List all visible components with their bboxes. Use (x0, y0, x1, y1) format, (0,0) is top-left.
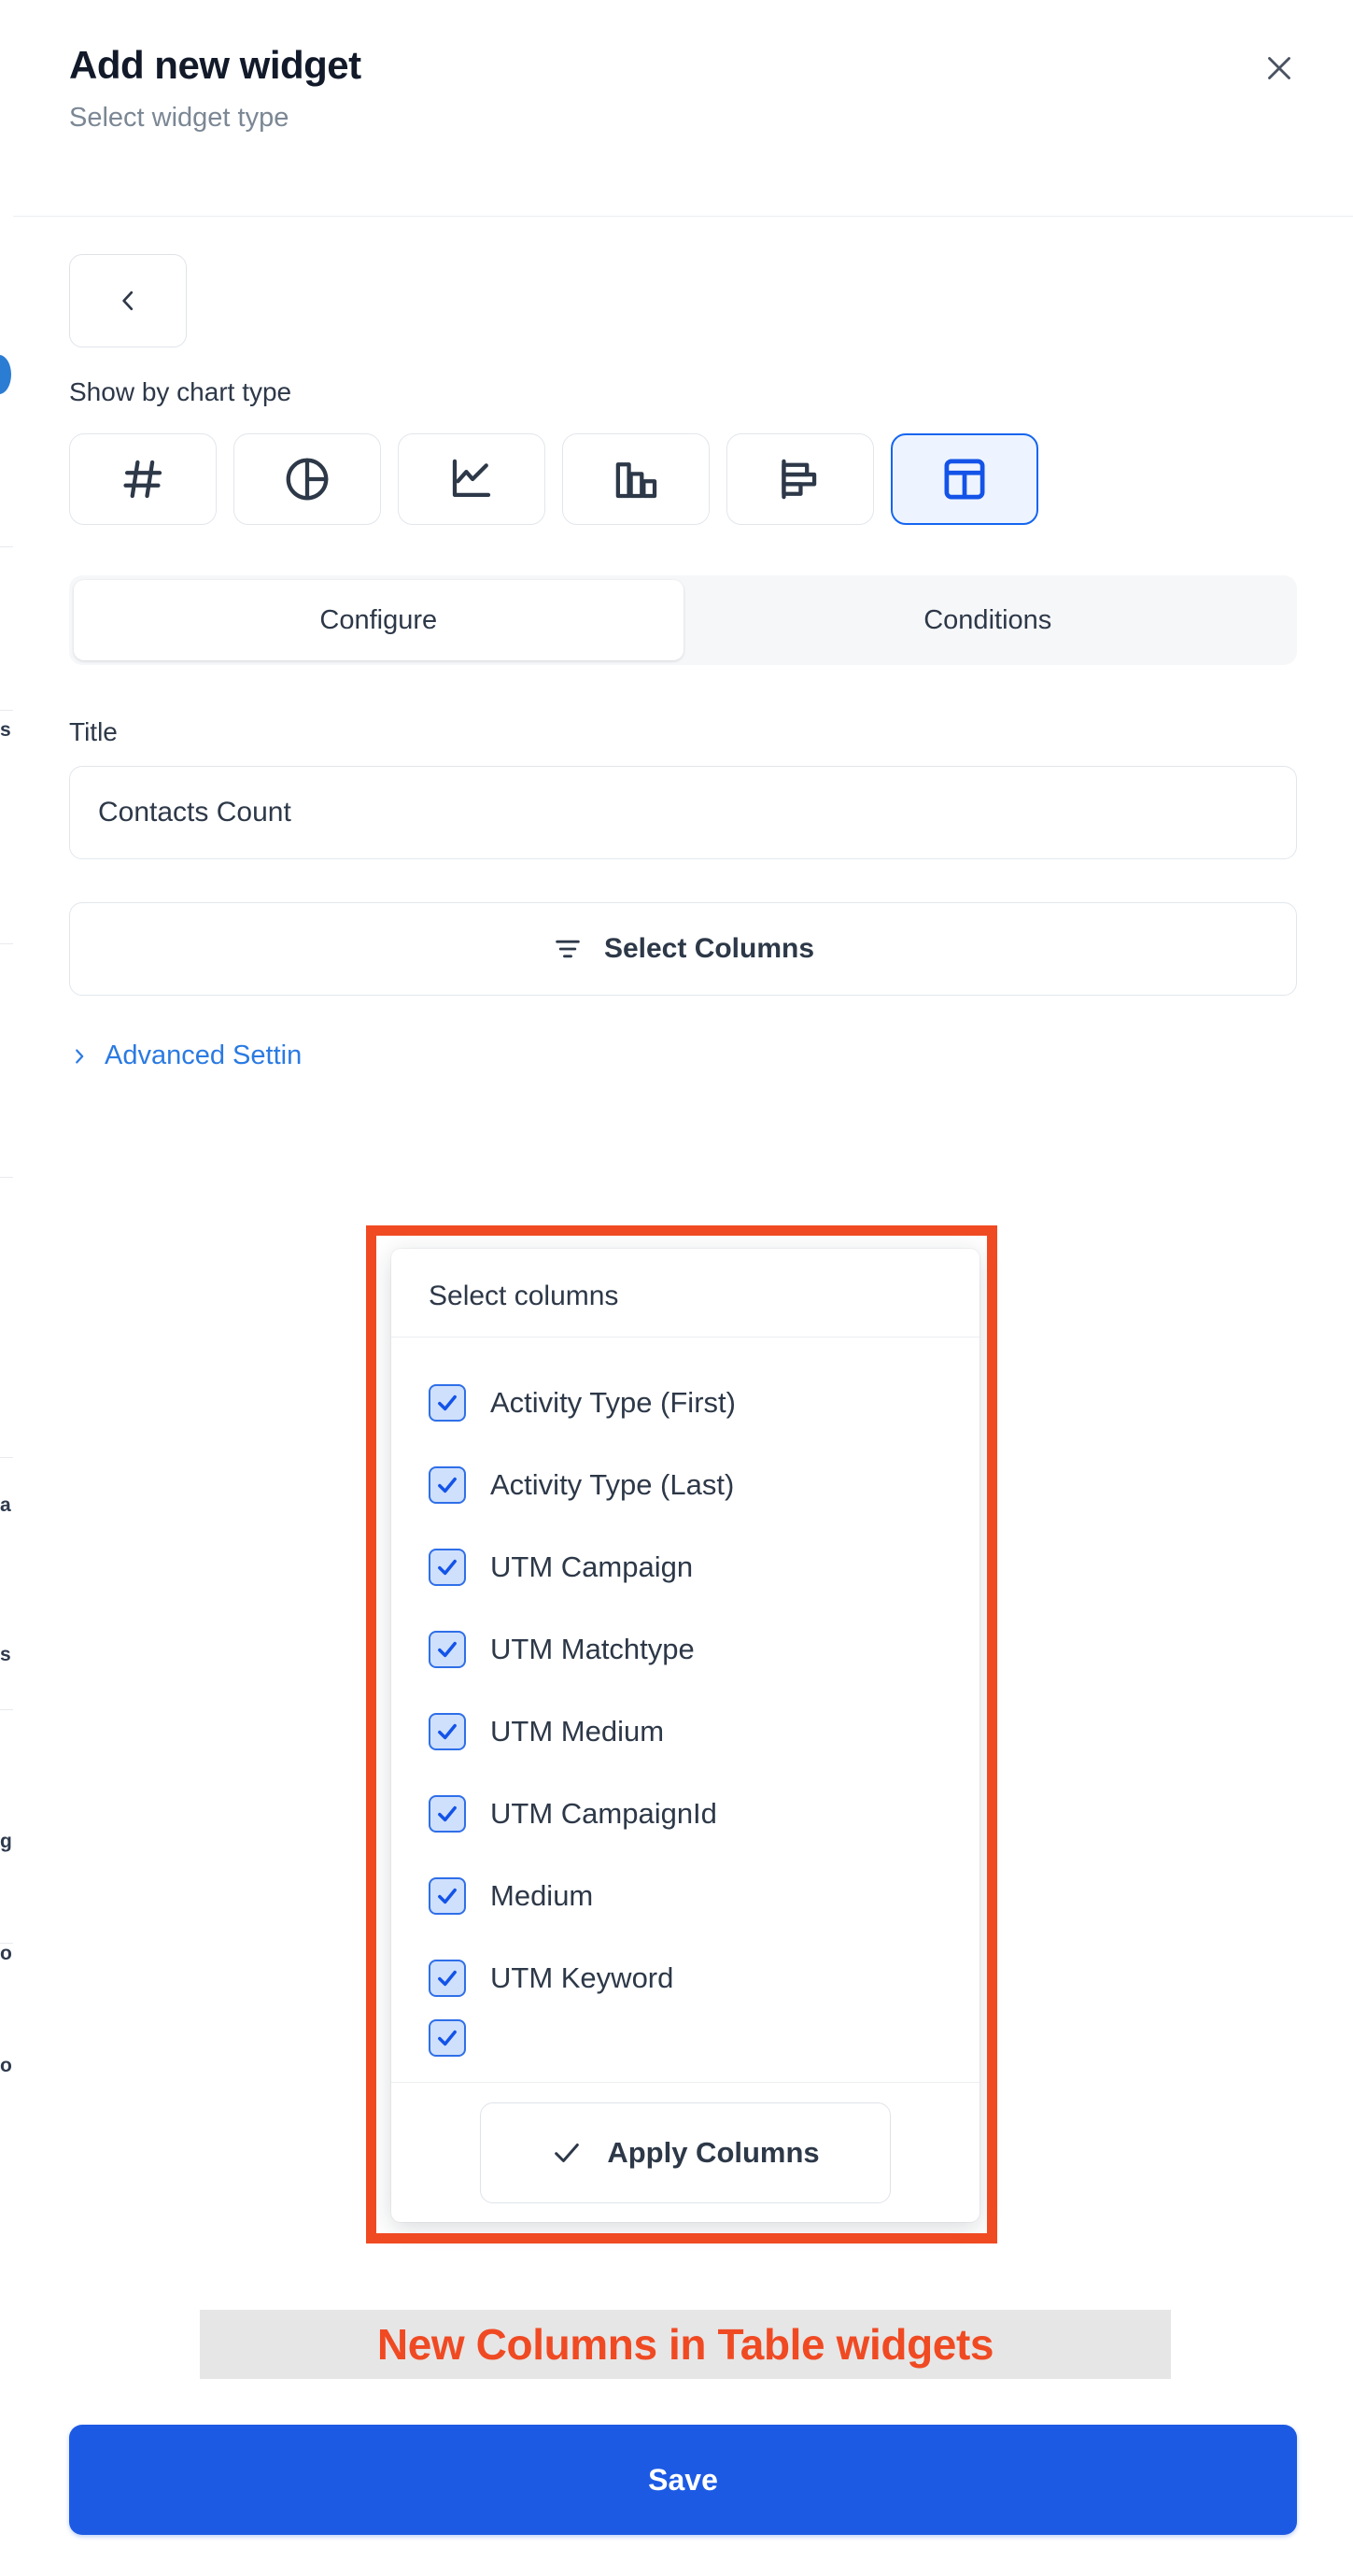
dropdown-footer: Apply Columns (391, 2082, 980, 2222)
add-widget-dialog: Add new widget Select widget type Show b… (13, 0, 1353, 2576)
apply-columns-label: Apply Columns (607, 2135, 820, 2169)
chart-type-line-button[interactable] (398, 433, 545, 525)
checkbox-checked-icon[interactable] (429, 2019, 466, 2057)
background-divider (0, 546, 13, 547)
list-item-label: UTM CampaignId (490, 1797, 717, 1830)
checkbox-checked-icon[interactable] (429, 1631, 466, 1668)
dialog-subtitle: Select widget type (69, 103, 289, 134)
columns-list[interactable]: Activity Type (First) Activity Type (Las… (391, 1338, 980, 2082)
list-item[interactable]: Medium (391, 1855, 980, 1937)
dialog-body: Show by chart type Configure Conditions … (13, 254, 1353, 1071)
checkbox-checked-icon[interactable] (429, 1795, 466, 1833)
background-divider (0, 1457, 13, 1458)
background-divider (0, 1709, 13, 1710)
select-columns-button[interactable]: Select Columns (69, 902, 1297, 996)
list-item[interactable]: Activity Type (First) (391, 1362, 980, 1444)
checkbox-checked-icon[interactable] (429, 1713, 466, 1750)
page-title: Add new widget (69, 43, 361, 87)
checkbox-checked-icon[interactable] (429, 1384, 466, 1422)
filter-icon (556, 940, 580, 958)
background-text-fragment: a (0, 1494, 11, 1516)
title-input[interactable] (69, 766, 1297, 859)
checkbox-checked-icon[interactable] (429, 1877, 466, 1915)
hash-icon (123, 460, 162, 499)
chart-type-pie-button[interactable] (233, 433, 381, 525)
advanced-settings-toggle[interactable]: Advanced Settin (69, 1040, 302, 1071)
line-chart-icon (452, 459, 491, 498)
checkbox-checked-icon[interactable] (429, 1960, 466, 1997)
bar-chart-vertical-icon (615, 462, 657, 499)
annotation-caption-text: New Columns in Table widgets (376, 2320, 994, 2369)
list-item[interactable]: UTM Matchtype (391, 1608, 980, 1691)
chart-type-label: Show by chart type (69, 377, 292, 406)
back-button[interactable] (69, 254, 187, 347)
background-sliver: s a s g o o (0, 0, 13, 2576)
chart-type-table-button[interactable] (891, 433, 1038, 525)
dialog-header: Add new widget Select widget type (13, 0, 1353, 217)
background-text-fragment: o (0, 1943, 12, 1964)
list-item[interactable]: UTM Campaign (391, 1526, 980, 1608)
background-divider (0, 943, 13, 944)
select-columns-dropdown: Select columns Activity Type (First) Act… (391, 1249, 980, 2222)
title-field-label: Title (69, 717, 118, 746)
chevron-right-icon (76, 1048, 84, 1064)
select-columns-label: Select Columns (603, 933, 815, 964)
chart-type-selector (69, 433, 1297, 525)
list-item-label: Activity Type (Last) (490, 1468, 735, 1501)
bar-chart-horizontal-icon (782, 459, 817, 500)
chart-type-number-button[interactable] (69, 433, 217, 525)
background-text-fragment: s (0, 719, 11, 741)
tab-bar: Configure Conditions (69, 575, 1297, 665)
chart-type-column-button[interactable] (562, 433, 710, 525)
table-icon (944, 459, 985, 500)
save-button[interactable]: Save (69, 2425, 1297, 2535)
tab-conditions[interactable]: Conditions (684, 580, 1293, 660)
list-item-label: UTM Medium (490, 1715, 665, 1748)
background-text-fragment: g (0, 1831, 12, 1852)
list-item-label: UTM Matchtype (490, 1633, 695, 1665)
list-item-label: UTM Keyword (490, 1961, 674, 1994)
list-item[interactable]: UTM Medium (391, 1691, 980, 1773)
annotation-caption: New Columns in Table widgets (200, 2310, 1171, 2379)
pie-chart-icon (286, 458, 329, 501)
background-divider (0, 710, 13, 711)
checkbox-checked-icon[interactable] (429, 1549, 466, 1586)
list-item-label: Activity Type (First) (490, 1386, 736, 1419)
list-item[interactable]: UTM CampaignId (391, 1773, 980, 1855)
check-icon (555, 2143, 580, 2162)
advanced-settings-label: Advanced Settin (105, 1040, 303, 1070)
chart-type-bar-button[interactable] (726, 433, 874, 525)
chevron-left-icon (122, 290, 134, 311)
list-item-label: UTM Campaign (490, 1550, 694, 1583)
list-item-label: Medium (490, 1879, 594, 1912)
checkbox-checked-icon[interactable] (429, 1466, 466, 1504)
apply-columns-button[interactable]: Apply Columns (480, 2102, 891, 2203)
background-divider (0, 1177, 13, 1178)
background-text-fragment: s (0, 1644, 11, 1665)
list-item[interactable] (391, 2019, 980, 2060)
list-item[interactable]: UTM Keyword (391, 1937, 980, 2019)
dropdown-header: Select columns (391, 1249, 980, 1338)
background-avatar (0, 355, 11, 394)
close-icon[interactable] (1252, 41, 1306, 95)
tab-configure[interactable]: Configure (74, 580, 684, 660)
background-text-fragment: o (0, 2055, 12, 2076)
list-item[interactable]: Activity Type (Last) (391, 1444, 980, 1526)
